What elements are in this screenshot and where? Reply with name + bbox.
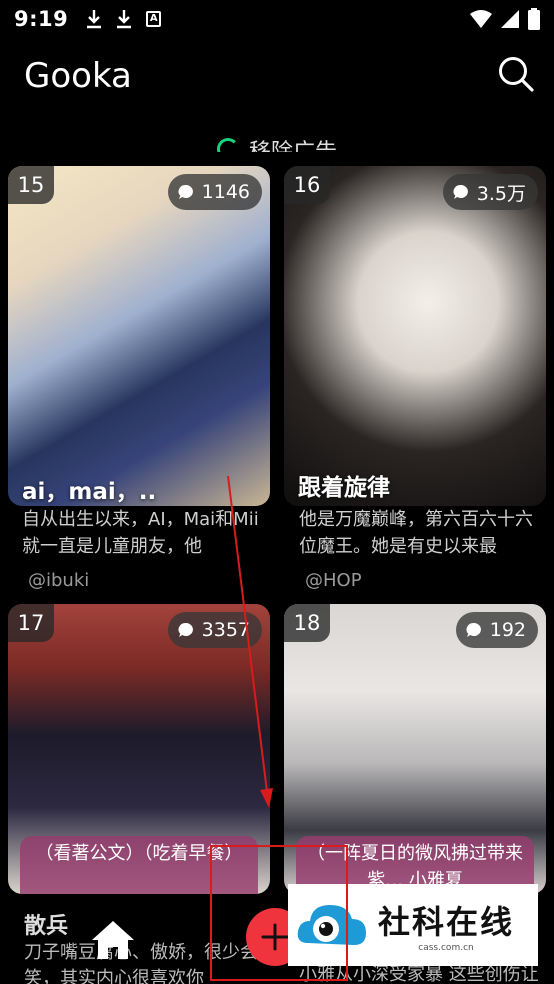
download-icon	[117, 10, 132, 29]
card-title: ai，mai，..	[22, 479, 157, 505]
comment-count: 1146	[201, 181, 250, 203]
loading-spinner-icon	[216, 138, 239, 152]
comment-count-badge: 3357	[167, 612, 262, 648]
chat-bubble-icon	[178, 622, 193, 637]
battery-icon	[528, 8, 540, 30]
rank-badge: 18	[284, 604, 330, 642]
wifi-icon	[470, 10, 492, 28]
card-title: 跟着旋律	[298, 475, 390, 501]
comment-count-badge: 3.5万	[442, 174, 538, 210]
chat-bubble-icon	[178, 184, 193, 199]
watermark-text: 社科在线	[378, 903, 515, 941]
app-header: Gooka	[0, 42, 554, 114]
comment-count: 3357	[201, 619, 250, 641]
home-icon	[92, 921, 134, 959]
remove-ads-label: 移除广告	[249, 134, 337, 152]
chat-bubble-icon	[466, 622, 481, 637]
card-image	[8, 166, 270, 506]
remove-ads-banner[interactable]: 移除广告	[0, 132, 554, 152]
rank-badge: 16	[284, 166, 330, 204]
chat-bubble-icon	[453, 184, 468, 199]
watermark-url: cass.com.cn	[418, 943, 474, 953]
character-card[interactable]: 15 1146 ai，mai，..	[8, 166, 270, 506]
card-image	[284, 166, 546, 506]
app-title: Gooka	[24, 56, 132, 96]
card-author[interactable]: @HOP	[305, 570, 549, 591]
card-text: 他是万魔巅峰，第六百六十六位魔王。她是有史以来最 @HOP	[299, 506, 549, 591]
comment-count-badge: 1146	[167, 174, 262, 210]
home-button[interactable]	[88, 918, 138, 962]
status-icons-right	[470, 8, 540, 30]
card-description: 自从出生以来，AI，Mai和Mii就一直是儿童朋友，他	[22, 509, 259, 557]
comment-count: 192	[489, 619, 526, 641]
comment-count: 3.5万	[476, 182, 526, 205]
search-icon	[499, 57, 534, 92]
font-icon: A	[146, 11, 162, 27]
search-button[interactable]	[496, 54, 536, 94]
character-card[interactable]: 16 3.5万 跟着旋律	[284, 166, 546, 506]
rank-badge: 15	[8, 166, 54, 204]
card-text: 自从出生以来，AI，Mai和Mii就一直是儿童朋友，他 @ibuki	[22, 506, 272, 591]
download-icon	[87, 10, 102, 29]
status-time: 9:19	[14, 7, 69, 31]
annotation-highlight-box	[210, 845, 348, 981]
status-icons-left: A	[86, 9, 162, 29]
card-description: 他是万魔巅峰，第六百六十六位魔王。她是有史以来最	[299, 509, 533, 557]
rank-badge: 17	[8, 604, 54, 642]
card-author[interactable]: @ibuki	[28, 570, 272, 591]
status-bar: 9:19 A	[0, 0, 554, 38]
signal-icon	[501, 10, 519, 28]
comment-count-badge: 192	[455, 612, 538, 648]
watermark-text-wrap: 社科在线 cass.com.cn	[378, 897, 514, 953]
